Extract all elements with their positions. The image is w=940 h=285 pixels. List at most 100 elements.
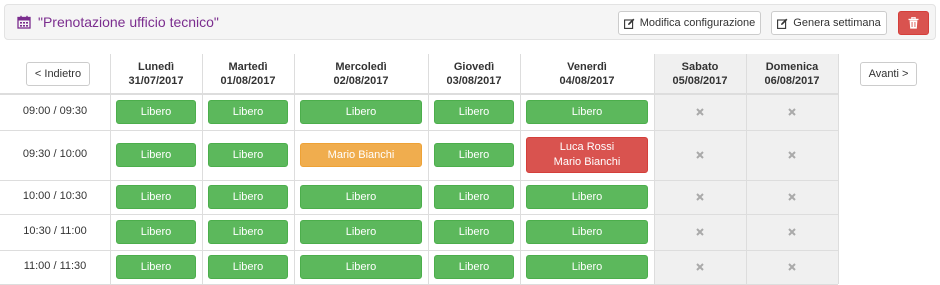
booking-slot-free[interactable]: Libero <box>208 220 288 244</box>
slot-label: Libero <box>232 190 264 203</box>
slot-label: Libero <box>140 105 172 118</box>
booking-slot-free[interactable]: Libero <box>208 143 288 167</box>
slot-label: Libero <box>345 260 377 273</box>
booking-slot-free[interactable]: Libero <box>526 255 648 279</box>
slot-label: Libero <box>458 105 490 118</box>
row-divider <box>0 130 838 131</box>
booking-slot-free[interactable]: Libero <box>116 220 196 244</box>
booking-slot-free[interactable]: Libero <box>434 143 514 167</box>
day-header-venerdì: Venerdì 04/08/2017 <box>520 60 654 88</box>
close-icon <box>788 151 796 159</box>
booking-slot-free[interactable]: Libero <box>434 255 514 279</box>
slot-label: Libero <box>458 148 490 161</box>
day-header-martedì: Martedì 01/08/2017 <box>202 60 294 88</box>
page-title-wrap: "Prenotazione ufficio tecnico" <box>17 14 219 30</box>
day-date: 05/08/2017 <box>672 75 728 87</box>
day-header-domenica: Domenica 06/08/2017 <box>746 60 838 88</box>
booking-slot-free[interactable]: Libero <box>208 100 288 124</box>
slot-label: Libero <box>140 190 172 203</box>
slot-label: Libero <box>232 148 264 161</box>
booking-slot-free[interactable]: Libero <box>526 100 648 124</box>
slot-label: Libero <box>458 225 490 238</box>
generate-week-label: Genera settimana <box>793 17 881 29</box>
day-date: 31/07/2017 <box>128 75 184 87</box>
day-date: 02/08/2017 <box>333 75 389 87</box>
edit-configuration-button[interactable]: Modifica configurazione <box>618 11 761 35</box>
slot-label: Libero <box>345 105 377 118</box>
slot-label: Libero <box>571 225 603 238</box>
time-slot-label: 11:00 / 11:30 <box>23 260 87 272</box>
day-name: Sabato <box>681 61 719 73</box>
slot-label: Libero <box>458 260 490 273</box>
row-divider <box>0 214 838 215</box>
close-icon <box>696 263 704 271</box>
booking-slot-free[interactable]: Libero <box>208 185 288 209</box>
booking-slot-free[interactable]: Libero <box>116 100 196 124</box>
slot-label: Libero <box>571 190 603 203</box>
day-header-giovedì: Giovedì 03/08/2017 <box>428 60 520 88</box>
header-bar: "Prenotazione ufficio tecnico" Modifica … <box>4 4 936 40</box>
day-name: Giovedì <box>453 61 495 73</box>
time-slot-label: 09:30 / 10:00 <box>22 148 88 160</box>
page-title: "Prenotazione ufficio tecnico" <box>38 14 219 30</box>
day-header-lunedì: Lunedì 31/07/2017 <box>110 60 202 88</box>
close-icon <box>696 228 704 236</box>
time-slot-label: 09:00 / 09:30 <box>22 105 88 117</box>
slot-label: Libero <box>571 260 603 273</box>
slot-label: Libero <box>345 190 377 203</box>
day-name: Martedì <box>228 61 268 73</box>
close-icon <box>696 193 704 201</box>
booking-slot-free[interactable]: Libero <box>434 220 514 244</box>
booking-slot-partial[interactable]: Mario Bianchi <box>300 143 422 167</box>
row-divider <box>0 93 838 95</box>
close-icon <box>696 151 704 159</box>
slot-label: Mario Bianchi <box>327 148 395 161</box>
close-icon <box>788 193 796 201</box>
next-week-button[interactable]: Avanti > <box>860 62 917 86</box>
close-icon <box>788 263 796 271</box>
booking-slot-free[interactable]: Libero <box>116 185 196 209</box>
calendar-icon <box>17 15 31 29</box>
slot-label: Luca Rossi <box>559 141 615 153</box>
column-divider <box>838 54 839 284</box>
booking-slot-free[interactable]: Libero <box>208 255 288 279</box>
day-name: Lunedì <box>137 61 175 73</box>
booking-slot-free[interactable]: Libero <box>434 100 514 124</box>
booking-slot-free[interactable]: Libero <box>300 255 422 279</box>
booking-slot-free[interactable]: Libero <box>116 255 196 279</box>
time-slot-label: 10:00 / 10:30 <box>22 190 88 202</box>
day-name: Domenica <box>765 61 819 73</box>
slot-label: Libero <box>571 105 603 118</box>
slot-label: Libero <box>232 105 264 118</box>
slot-label: Libero <box>232 260 264 273</box>
booking-slot-free[interactable]: Libero <box>300 220 422 244</box>
generate-week-button[interactable]: Genera settimana <box>771 11 887 35</box>
day-header-sabato: Sabato 05/08/2017 <box>654 60 746 88</box>
booking-slot-free[interactable]: Libero <box>300 185 422 209</box>
day-date: 04/08/2017 <box>559 75 615 87</box>
booking-slot-free[interactable]: Libero <box>526 185 648 209</box>
booking-slot-full[interactable]: Luca Rossi Mario Bianchi <box>526 137 648 173</box>
row-divider <box>0 180 838 181</box>
booking-slot-free[interactable]: Libero <box>116 143 196 167</box>
row-divider <box>0 250 838 251</box>
delete-button[interactable] <box>898 11 929 35</box>
booking-slot-free[interactable]: Libero <box>434 185 514 209</box>
day-date: 06/08/2017 <box>764 75 820 87</box>
day-date: 01/08/2017 <box>220 75 276 87</box>
edit-configuration-label: Modifica configurazione <box>639 17 756 29</box>
booking-slot-free[interactable]: Libero <box>526 220 648 244</box>
edit-icon <box>777 18 788 29</box>
trash-icon <box>908 17 919 29</box>
slot-label: Libero <box>232 225 264 238</box>
close-icon <box>788 228 796 236</box>
close-icon <box>696 108 704 116</box>
close-icon <box>788 108 796 116</box>
edit-icon <box>623 18 635 29</box>
slot-label: Mario Bianchi <box>553 156 621 168</box>
day-header-mercoledì: Mercoledì 02/08/2017 <box>294 60 428 88</box>
time-slot-label: 10:30 / 11:00 <box>23 225 87 237</box>
slot-label: Libero <box>140 148 172 161</box>
previous-week-button[interactable]: < Indietro <box>26 62 90 86</box>
booking-slot-free[interactable]: Libero <box>300 100 422 124</box>
